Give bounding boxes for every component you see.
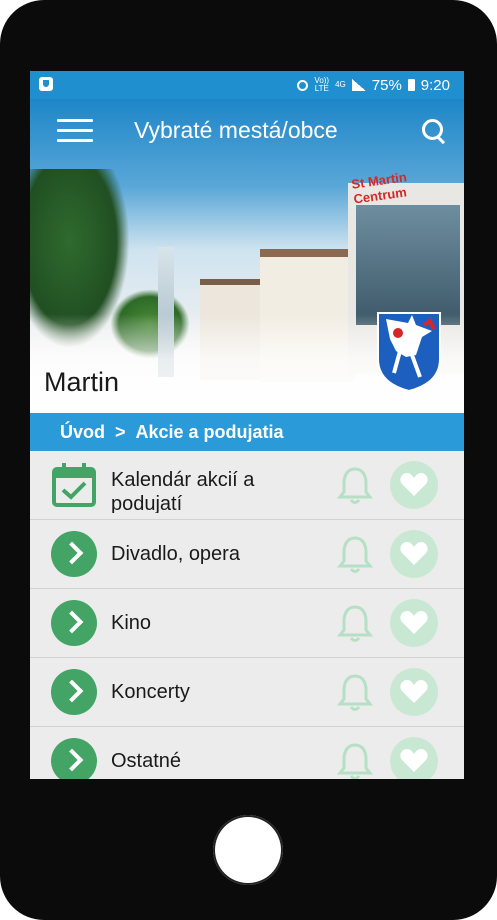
page-title: Vybraté mestá/obce: [134, 117, 338, 143]
hamburger-menu-icon[interactable]: [57, 119, 93, 143]
battery-icon: [407, 79, 415, 91]
clock: 9:20: [420, 76, 450, 94]
battery-percent: 75%: [371, 76, 402, 94]
list-item-label: Kalendár akcií a podujatí: [111, 469, 255, 513]
list-item-theatre-opera[interactable]: Divadlo, opera: [30, 520, 464, 589]
chevron-right-icon: [51, 600, 97, 646]
favorite-heart-icon[interactable]: [390, 737, 438, 779]
breadcrumb-separator: >: [115, 421, 126, 442]
category-list: Kalendár akcií a podujatí Divadlo, opera: [30, 451, 464, 779]
home-button[interactable]: [213, 815, 283, 885]
signal-icon: [351, 79, 366, 91]
chevron-right-icon: [51, 531, 97, 577]
chevron-right-icon: [51, 738, 97, 779]
list-item-label: Kino: [111, 612, 152, 634]
volte-indicator: Vo)) LTE: [314, 77, 329, 93]
chevron-right-icon: [51, 669, 97, 715]
breadcrumb: Úvod > Akcie a podujatia: [30, 413, 464, 451]
list-item-other[interactable]: Ostatné: [30, 727, 464, 779]
city-name: Martin: [44, 367, 120, 397]
city-coat-of-arms-icon: [377, 312, 441, 393]
favorite-heart-icon[interactable]: [390, 461, 438, 509]
app-screen: Vo)) LTE 4G 75% 9:20 St Martin Centrum V…: [30, 71, 464, 779]
favorite-heart-icon[interactable]: [390, 599, 438, 647]
list-item-label: Ostatné: [111, 750, 182, 772]
lte-label: LTE: [314, 84, 329, 93]
favorite-heart-icon[interactable]: [390, 530, 438, 578]
bell-icon[interactable]: [334, 533, 376, 575]
phone-frame: Vo)) LTE 4G 75% 9:20 St Martin Centrum V…: [0, 0, 497, 920]
list-item-label: Divadlo, opera: [111, 543, 240, 565]
breadcrumb-home-link[interactable]: Úvod: [60, 422, 105, 443]
bell-icon[interactable]: [334, 602, 376, 644]
search-icon[interactable]: [422, 119, 448, 145]
list-item-cinema[interactable]: Kino: [30, 589, 464, 658]
system-indicators: Vo)) LTE 4G 75% 9:20: [297, 76, 450, 94]
favorite-heart-icon[interactable]: [390, 668, 438, 716]
app-notification-icon: [39, 77, 53, 91]
breadcrumb-current: Akcie a podujatia: [135, 421, 284, 442]
list-item-concerts[interactable]: Koncerty: [30, 658, 464, 727]
network-4g-indicator: 4G: [335, 80, 346, 89]
alarm-icon: [297, 79, 309, 91]
list-item-calendar[interactable]: Kalendár akcií a podujatí: [30, 451, 464, 520]
calendar-check-icon: [52, 463, 96, 507]
list-item-label: Koncerty: [111, 681, 190, 703]
bell-icon[interactable]: [334, 671, 376, 713]
bell-icon[interactable]: [334, 464, 376, 506]
bell-icon[interactable]: [334, 740, 376, 779]
status-bar: Vo)) LTE 4G 75% 9:20: [30, 71, 464, 99]
